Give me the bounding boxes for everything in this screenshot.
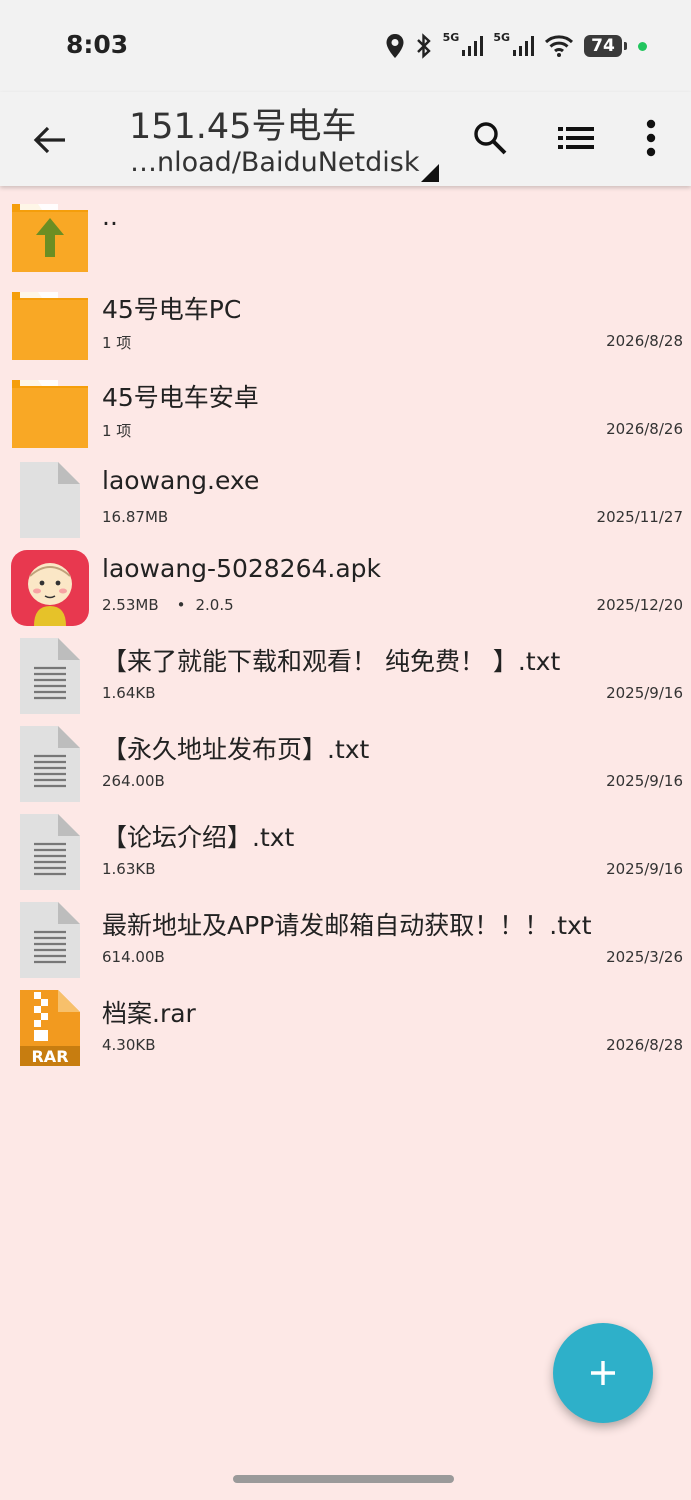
gesture-nav-handle[interactable] — [233, 1475, 454, 1483]
list-item-apk[interactable]: laowang-5028264.apk 2.53MB • 2.0.5 2025/12… — [0, 544, 691, 632]
list-view-icon — [558, 127, 594, 149]
file-name: 档案.rar — [102, 999, 196, 1028]
list-item-text[interactable]: 最新地址及APP请发邮箱自动获取！！！.txt 614.00B 2025/3/2… — [0, 896, 691, 984]
file-size: 16.87MB — [102, 508, 169, 526]
file-name: 45号电车安卓 — [102, 383, 259, 412]
file-name: laowang-5028264.apk — [102, 554, 382, 583]
add-fab-button[interactable] — [553, 1323, 653, 1423]
location-icon — [386, 34, 404, 58]
signal-icon-1 — [462, 36, 484, 56]
network-type-1: 5G — [442, 31, 460, 44]
list-item-file[interactable]: laowang.exe 16.87MB 2025/11/27 — [0, 456, 691, 544]
folder-icon — [12, 380, 88, 448]
modified-date: 2026/8/28 — [606, 1036, 683, 1054]
back-button[interactable] — [28, 118, 72, 162]
file-name: 45号电车PC — [102, 295, 242, 324]
list-item-folder[interactable]: 45号电车PC 1 项 2026/8/28 — [0, 280, 691, 368]
status-bar: 8:03 5G 5G 74 — [0, 0, 691, 92]
generic-file-icon — [20, 462, 80, 538]
page-title: 151.45号电车 — [129, 107, 357, 147]
modified-date: 2025/3/26 — [606, 948, 683, 966]
rar-archive-icon: RAR — [20, 990, 80, 1066]
list-item-text[interactable]: 【永久地址发布页】.txt 264.00B 2025/9/16 — [0, 720, 691, 808]
status-icons: 5G 5G 74 — [385, 31, 647, 61]
archive-badge: RAR — [31, 1047, 68, 1066]
item-count: 1 项 — [102, 334, 132, 352]
search-icon — [474, 122, 507, 155]
file-name: .. — [102, 202, 118, 231]
file-name: 最新地址及APP请发邮箱自动获取！！！.txt — [102, 911, 592, 940]
item-count: 1 项 — [102, 422, 132, 440]
file-size: 1.63KB — [102, 860, 156, 878]
modified-date: 2025/9/16 — [606, 860, 683, 878]
file-name: 【永久地址发布页】.txt — [102, 735, 370, 764]
file-size: 2.53MB — [102, 596, 159, 614]
modified-date: 2026/8/28 — [606, 332, 683, 350]
text-file-icon — [20, 638, 80, 714]
plus-icon — [591, 1361, 615, 1385]
text-file-icon — [20, 814, 80, 890]
network-type-2: 5G — [493, 31, 510, 44]
folder-icon — [12, 292, 88, 360]
separator-dot: • — [176, 596, 186, 614]
app-icon — [11, 550, 89, 626]
bluetooth-icon — [416, 33, 431, 59]
app-version: 2.0.5 — [195, 596, 234, 614]
list-item-folder[interactable]: 45号电车安卓 1 项 2026/8/26 — [0, 368, 691, 456]
status-time: 8:03 — [66, 30, 129, 59]
signal-icon-2 — [513, 36, 534, 56]
more-vert-icon — [646, 119, 656, 157]
path-breadcrumb[interactable]: …nload/BaiduNetdisk — [130, 147, 419, 178]
file-size-version: 2.53MB • 2.0.5 — [102, 596, 234, 614]
battery-indicator: 74 — [584, 35, 627, 57]
privacy-indicator-dot — [638, 41, 647, 51]
list-item-archive[interactable]: RAR 档案.rar 4.30KB 2026/8/28 — [0, 984, 691, 1072]
file-size: 614.00B — [102, 948, 165, 966]
modified-date: 2025/9/16 — [606, 684, 683, 702]
modified-date: 2025/11/27 — [596, 508, 683, 526]
path-dropdown-icon[interactable] — [421, 164, 439, 182]
list-item-parent[interactable]: .. — [0, 192, 691, 280]
file-name: 【来了就能下载和观看！ 纯免费！ 】.txt — [102, 647, 561, 676]
search-button[interactable] — [466, 114, 514, 162]
wifi-icon — [544, 35, 574, 57]
list-item-text[interactable]: 【来了就能下载和观看！ 纯免费！ 】.txt 1.64KB 2025/9/16 — [0, 632, 691, 720]
modified-date: 2026/8/26 — [606, 420, 683, 438]
file-name: laowang.exe — [102, 466, 260, 495]
text-file-icon — [20, 902, 80, 978]
view-mode-button[interactable] — [552, 114, 600, 162]
file-size: 264.00B — [102, 772, 165, 790]
file-name: 【论坛介绍】.txt — [102, 823, 295, 852]
modified-date: 2025/12/20 — [596, 596, 683, 614]
text-file-icon — [20, 726, 80, 802]
app-bar: 151.45号电车 …nload/BaiduNetdisk — [0, 92, 691, 186]
back-arrow-icon — [33, 126, 65, 154]
battery-level: 74 — [591, 36, 615, 56]
folder-up-icon — [12, 204, 88, 272]
modified-date: 2025/9/16 — [606, 772, 683, 790]
file-size: 1.64KB — [102, 684, 156, 702]
more-options-button[interactable] — [627, 114, 675, 162]
list-item-text[interactable]: 【论坛介绍】.txt 1.63KB 2025/9/16 — [0, 808, 691, 896]
file-size: 4.30KB — [102, 1036, 156, 1054]
